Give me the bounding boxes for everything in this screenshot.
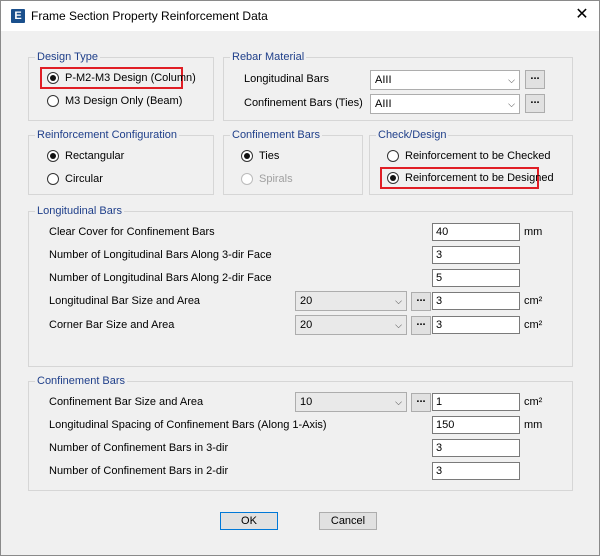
confinement-spacing-input[interactable]: 150 <box>432 416 520 434</box>
longitudinal-material-value: AIII <box>375 74 392 86</box>
chevron-down-icon: ⌵ <box>508 75 515 85</box>
confinement-type-label: Confinement Bars <box>230 128 323 142</box>
corner-bar-size-browse-button[interactable]: ... <box>411 316 431 335</box>
corner-bar-area-unit: cm² <box>524 319 543 331</box>
num-long-bars-2dir-input[interactable]: 5 <box>432 269 520 287</box>
long-bar-area-unit: cm² <box>524 295 543 307</box>
longitudinal-bars-label: Longitudinal Bars <box>35 204 125 218</box>
cancel-button[interactable]: Cancel <box>319 512 377 530</box>
corner-bar-size-value: 20 <box>300 319 313 331</box>
radio-icon <box>387 150 399 162</box>
title-bar: E Frame Section Property Reinforcement D… <box>1 1 599 31</box>
dialog-window: E Frame Section Property Reinforcement D… <box>0 0 600 556</box>
confinement-spacing-unit: mm <box>524 419 543 431</box>
num-long-bars-3dir-label: Number of Longitudinal Bars Along 3-dir … <box>49 249 272 261</box>
confinement-bars-label: Confinement Bars <box>35 374 128 388</box>
clear-cover-input[interactable]: 40 <box>432 223 520 241</box>
radio-rectangular[interactable]: Rectangular <box>47 148 124 164</box>
num-long-bars-3dir-input[interactable]: 3 <box>432 246 520 264</box>
corner-bar-size-select[interactable]: 20 ⌵ <box>295 315 407 335</box>
radio-icon <box>387 172 399 184</box>
longitudinal-material-browse-button[interactable]: ... <box>525 70 545 89</box>
radio-pm2m3-label: P-M2-M3 Design (Column) <box>65 72 196 84</box>
confinement-spacing-label: Longitudinal Spacing of Confinement Bars… <box>49 419 327 431</box>
window-title: Frame Section Property Reinforcement Dat… <box>31 9 268 23</box>
close-button[interactable]: ✕ <box>569 4 595 28</box>
clear-cover-unit: mm <box>524 226 543 238</box>
radio-designed-label: Reinforcement to be Designed <box>405 172 554 184</box>
radio-icon <box>241 150 253 162</box>
confinement-bar-area-input[interactable]: 1 <box>432 393 520 411</box>
radio-icon <box>241 173 253 185</box>
chevron-down-icon: ⌵ <box>395 320 402 330</box>
num-confinement-2dir-input[interactable]: 3 <box>432 462 520 480</box>
longitudinal-bars-material-label: Longitudinal Bars <box>244 73 330 85</box>
long-bar-area-input[interactable]: 3 <box>432 292 520 310</box>
chevron-down-icon: ⌵ <box>395 397 402 407</box>
radio-spirals-label: Spirals <box>259 173 293 185</box>
confinement-bars-material-label: Confinement Bars (Ties) <box>244 97 363 109</box>
longitudinal-material-select[interactable]: AIII ⌵ <box>370 70 520 90</box>
confinement-bar-size-browse-button[interactable]: ... <box>411 393 431 412</box>
radio-circular[interactable]: Circular <box>47 171 103 187</box>
num-confinement-2dir-label: Number of Confinement Bars in 2-dir <box>49 465 229 477</box>
radio-icon <box>47 95 59 107</box>
radio-pm2m3-column[interactable]: P-M2-M3 Design (Column) <box>47 70 196 86</box>
radio-circular-label: Circular <box>65 173 103 185</box>
rebar-material-label: Rebar Material <box>230 50 307 64</box>
chevron-down-icon: ⌵ <box>508 99 515 109</box>
radio-ties-label: Ties <box>259 150 280 162</box>
radio-m3-beam[interactable]: M3 Design Only (Beam) <box>47 93 182 109</box>
radio-checked-label: Reinforcement to be Checked <box>405 150 551 162</box>
num-long-bars-2dir-label: Number of Longitudinal Bars Along 2-dir … <box>49 272 272 284</box>
confinement-material-value: AIII <box>375 98 392 110</box>
corner-bar-size-label: Corner Bar Size and Area <box>49 319 175 331</box>
radio-m3-label: M3 Design Only (Beam) <box>65 95 183 107</box>
long-bar-size-browse-button[interactable]: ... <box>411 292 431 311</box>
corner-bar-area-input[interactable]: 3 <box>432 316 520 334</box>
design-type-label: Design Type <box>35 50 100 64</box>
confinement-bar-size-value: 10 <box>300 396 313 408</box>
radio-icon <box>47 150 59 162</box>
radio-icon <box>47 72 59 84</box>
confinement-bar-size-select[interactable]: 10 ⌵ <box>295 392 407 412</box>
check-design-label: Check/Design <box>376 128 449 142</box>
confinement-bar-area-unit: cm² <box>524 396 543 408</box>
confinement-material-browse-button[interactable]: ... <box>525 94 545 113</box>
radio-reinforcement-designed[interactable]: Reinforcement to be Designed <box>387 170 554 186</box>
radio-ties[interactable]: Ties <box>241 148 279 164</box>
clear-cover-label: Clear Cover for Confinement Bars <box>49 226 215 238</box>
radio-icon <box>47 173 59 185</box>
chevron-down-icon: ⌵ <box>395 296 402 306</box>
ok-button[interactable]: OK <box>220 512 278 530</box>
reinforcement-configuration-label: Reinforcement Configuration <box>35 128 180 142</box>
confinement-material-select[interactable]: AIII ⌵ <box>370 94 520 114</box>
num-confinement-3dir-input[interactable]: 3 <box>432 439 520 457</box>
etabs-app-icon: E <box>11 9 25 23</box>
long-bar-size-select[interactable]: 20 ⌵ <box>295 291 407 311</box>
radio-reinforcement-checked[interactable]: Reinforcement to be Checked <box>387 148 551 164</box>
long-bar-size-label: Longitudinal Bar Size and Area <box>49 295 201 307</box>
radio-spirals: Spirals <box>241 171 293 187</box>
long-bar-size-value: 20 <box>300 295 313 307</box>
confinement-bar-size-label: Confinement Bar Size and Area <box>49 396 204 408</box>
radio-rectangular-label: Rectangular <box>65 150 125 162</box>
num-confinement-3dir-label: Number of Confinement Bars in 3-dir <box>49 442 229 454</box>
